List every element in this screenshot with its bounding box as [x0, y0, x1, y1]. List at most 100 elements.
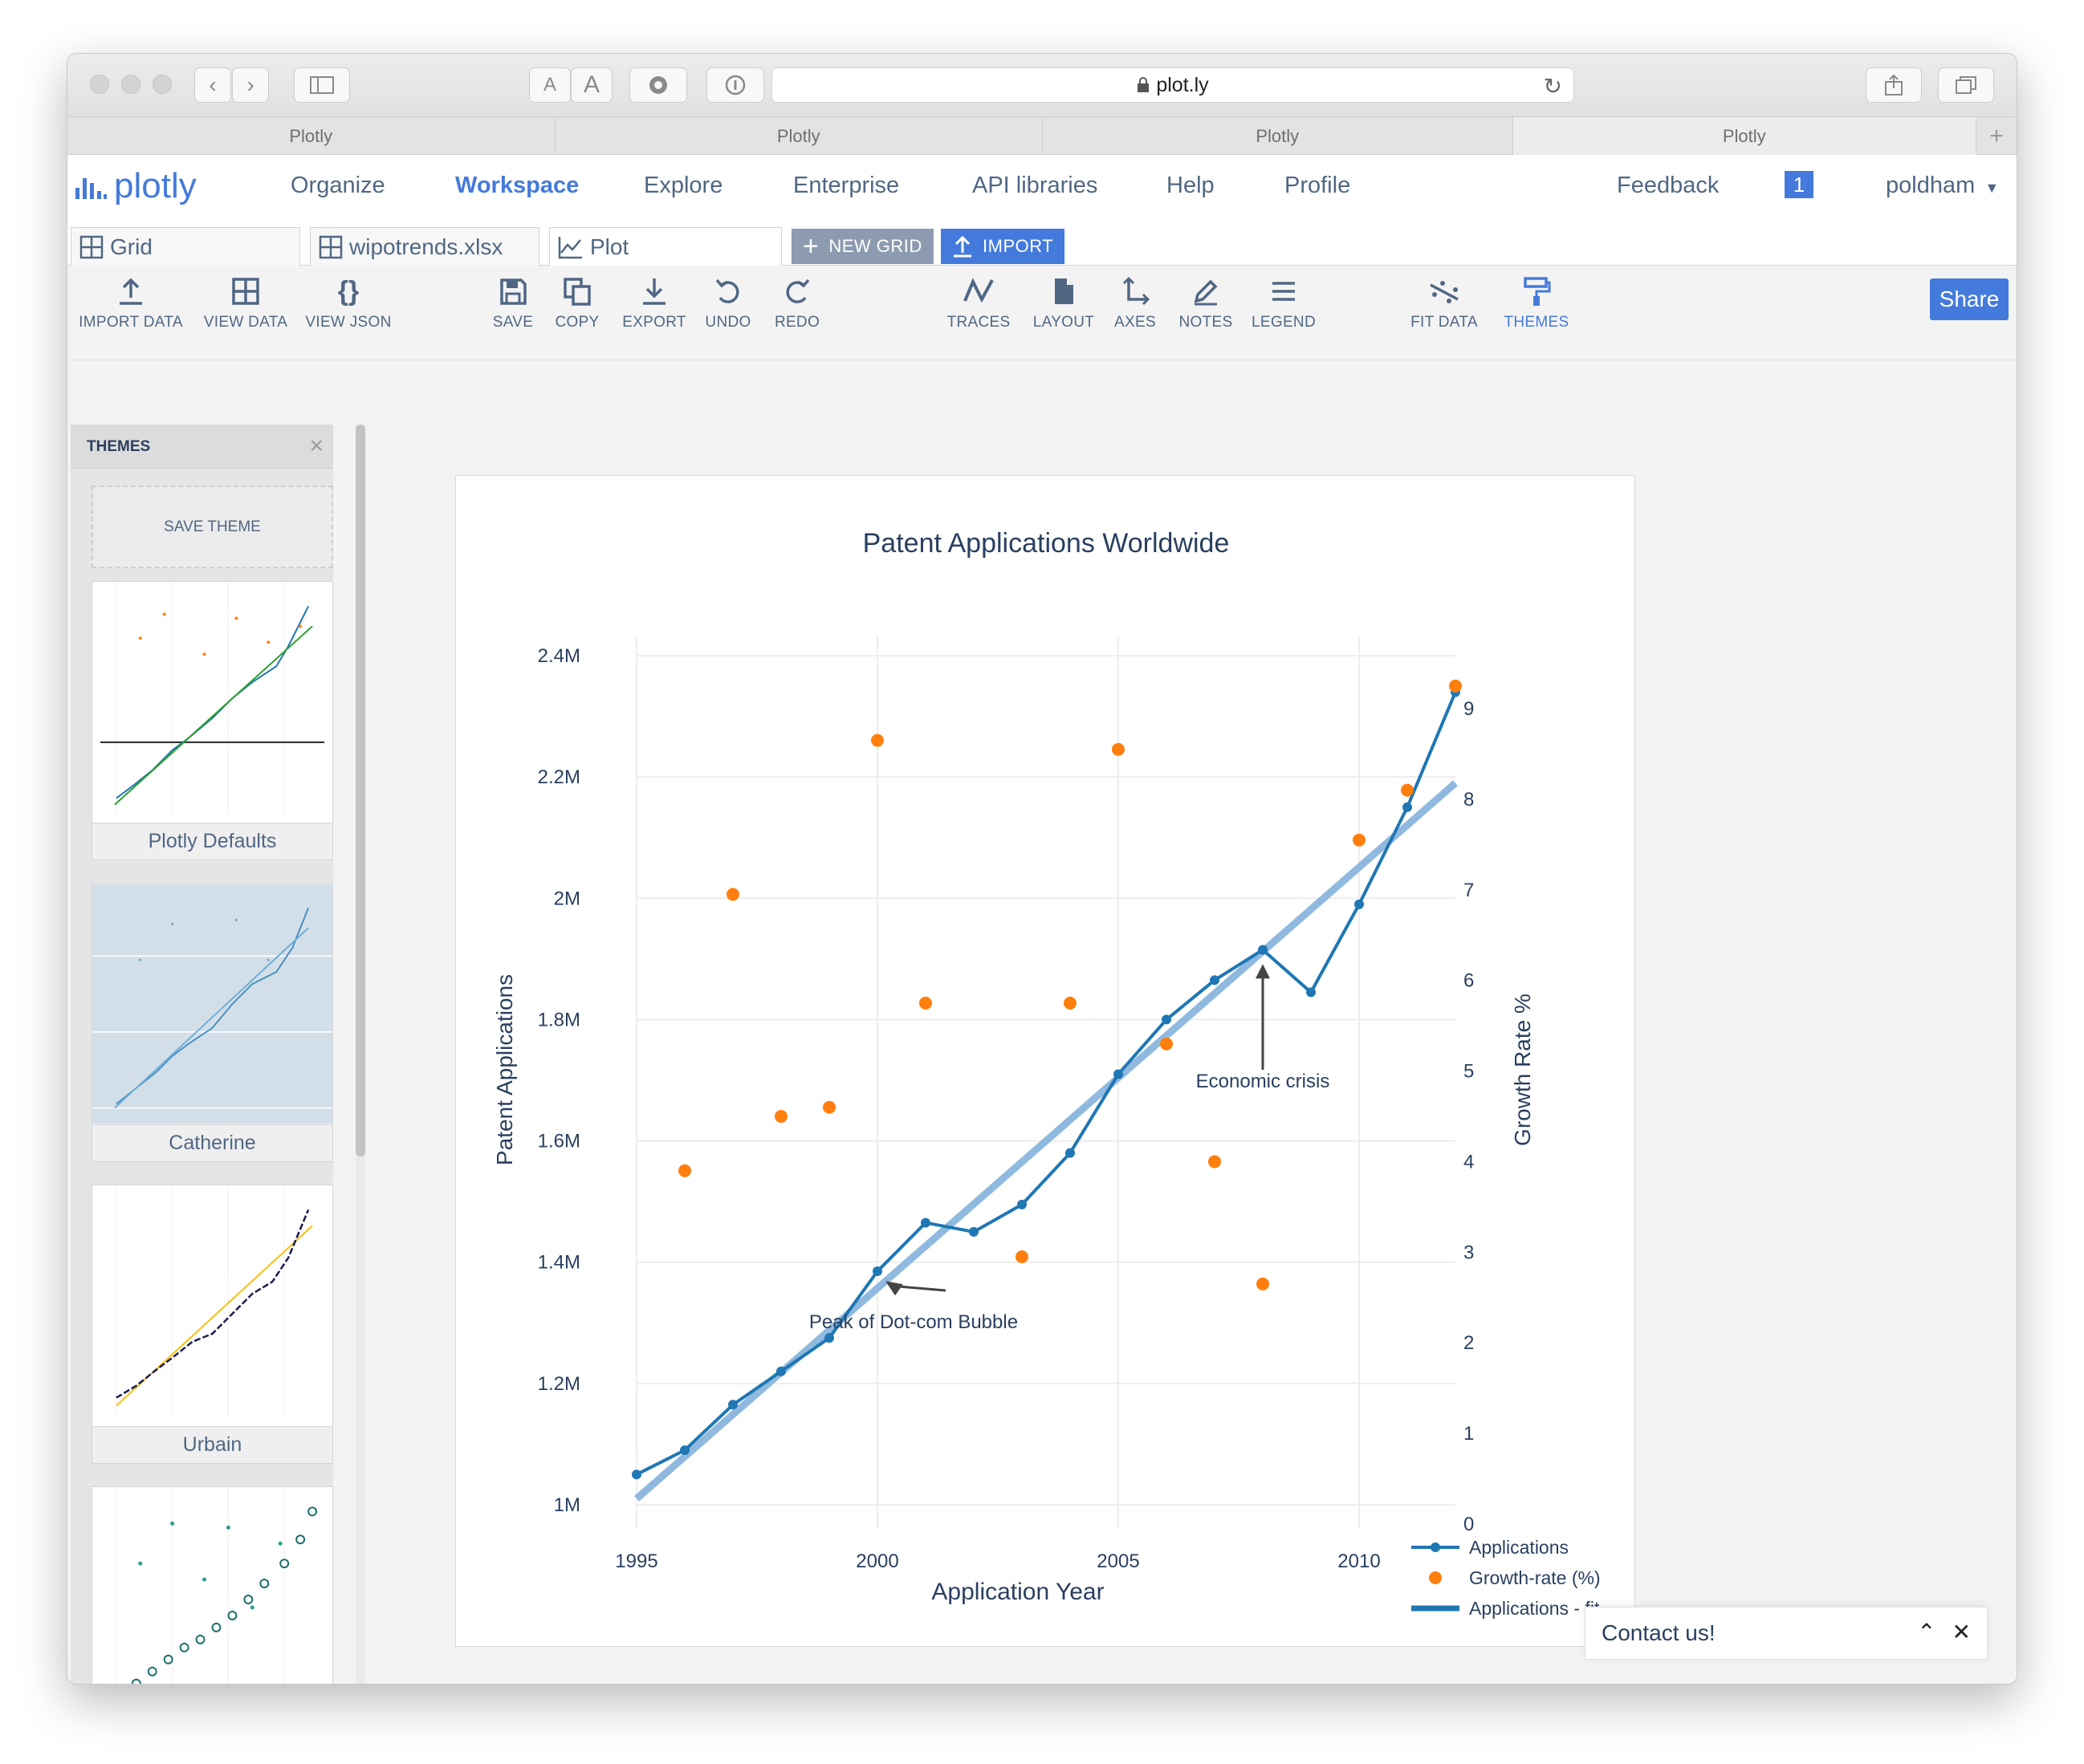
- x-tick-label: 1995: [615, 1551, 657, 1572]
- undo-icon: [715, 278, 739, 303]
- tab-plot[interactable]: Plot: [549, 227, 782, 266]
- address-bar[interactable]: plot.ly ↻: [771, 67, 1574, 103]
- layout-button[interactable]: LAYOUT: [1028, 275, 1100, 331]
- y2-tick-label: 0: [1463, 1514, 1474, 1535]
- save-button[interactable]: SAVE: [485, 275, 541, 331]
- browser-tab[interactable]: Plotly: [67, 117, 556, 155]
- annotation-dotcom: Peak of Dot-com Bubble: [809, 1311, 1018, 1333]
- y-tick-label: 1.8M: [538, 1009, 580, 1030]
- password-button[interactable]: [706, 67, 764, 103]
- theme-plotly-defaults[interactable]: Plotly Defaults: [92, 581, 333, 860]
- chevron-up-icon[interactable]: ⌃: [1917, 1619, 1935, 1645]
- new-grid-label: NEW GRID: [828, 236, 922, 256]
- new-grid-button[interactable]: + NEW GRID: [792, 229, 934, 264]
- top-navigation: plotly Organize Workspace Explore Enterp…: [67, 155, 2017, 219]
- tab-grid[interactable]: Grid: [71, 227, 300, 266]
- nav-help[interactable]: Help: [1166, 173, 1215, 199]
- export-label: EXPORT: [622, 314, 686, 331]
- reload-icon[interactable]: ↻: [1544, 73, 1562, 100]
- tab-wipotrends[interactable]: wipotrends.xlsx: [310, 227, 539, 266]
- nav-api-libraries[interactable]: API libraries: [972, 173, 1097, 199]
- tabs-overview-button[interactable]: [1938, 67, 1994, 103]
- user-menu[interactable]: poldham ▼: [1886, 173, 1999, 199]
- browser-tab-label: Plotly: [289, 125, 333, 146]
- theme-catherine[interactable]: Catherine: [92, 883, 333, 1162]
- themes-button[interactable]: THEMES: [1496, 275, 1577, 331]
- close-icon[interactable]: ✕: [1952, 1619, 1971, 1645]
- copy-button[interactable]: COPY: [549, 275, 605, 331]
- close-icon[interactable]: ×: [309, 433, 324, 460]
- share-button[interactable]: Share: [1930, 278, 2009, 320]
- view-data-button[interactable]: VIEW DATA: [204, 275, 287, 331]
- y2-tick-label: 8: [1463, 789, 1474, 811]
- nav-enterprise[interactable]: Enterprise: [793, 173, 899, 199]
- applications-point: [1402, 802, 1412, 812]
- themes-scrollbar[interactable]: [356, 425, 365, 1684]
- growth-rate-point: [1016, 1250, 1028, 1263]
- undo-button[interactable]: UNDO: [700, 275, 756, 331]
- paint-roller-icon: [1524, 277, 1551, 306]
- browser-tab[interactable]: Plotly: [1043, 117, 1513, 155]
- font-larger-button[interactable]: A: [571, 67, 613, 103]
- notification-count: 1: [1793, 172, 1805, 197]
- annotation-arrowhead: [1256, 964, 1270, 979]
- nav-explore[interactable]: Explore: [644, 173, 722, 199]
- legend-applications-marker: [1431, 1542, 1440, 1552]
- plotly-logo[interactable]: plotly: [74, 166, 197, 206]
- patent-applications-chart[interactable]: Patent Applications Worldwide 1995 2000 200…: [456, 476, 1636, 1648]
- new-tab-button[interactable]: +: [1976, 117, 2017, 155]
- contact-label: Contact us!: [1602, 1620, 1716, 1645]
- legend-button[interactable]: LEGEND: [1248, 275, 1320, 331]
- close-window-button[interactable]: [90, 75, 109, 94]
- notes-button[interactable]: NOTES: [1174, 275, 1238, 331]
- theme-urbain[interactable]: Urbain: [92, 1185, 333, 1464]
- applications-point: [1065, 1148, 1075, 1158]
- share-page-button[interactable]: [1866, 67, 1922, 103]
- y-tick-label: 1M: [554, 1494, 580, 1516]
- font-smaller-button[interactable]: A: [529, 67, 571, 103]
- y2-tick-label: 5: [1463, 1061, 1474, 1083]
- applications-point: [1306, 987, 1316, 998]
- nav-workspace[interactable]: Workspace: [455, 173, 579, 199]
- browser-tab[interactable]: Plotly: [556, 117, 1043, 155]
- traces-button[interactable]: TRACES: [942, 275, 1015, 331]
- growth-rate-point: [1401, 783, 1414, 797]
- save-theme-button[interactable]: SAVE THEME: [92, 486, 333, 568]
- y2-tick-label: 1: [1463, 1423, 1474, 1445]
- layout-label: LAYOUT: [1032, 314, 1095, 331]
- applications-point: [921, 1217, 930, 1228]
- forward-button[interactable]: ›: [232, 67, 269, 103]
- minimize-window-button[interactable]: [121, 75, 140, 94]
- redo-button[interactable]: REDO: [769, 275, 825, 331]
- legend-label: LEGEND: [1252, 314, 1316, 331]
- browser-tab-active[interactable]: Plotly: [1512, 117, 1977, 155]
- y2-tick-label: 4: [1463, 1151, 1474, 1173]
- caret-down-icon: ▼: [1984, 180, 2000, 196]
- nav-organize[interactable]: Organize: [291, 173, 385, 199]
- grid-icon: [79, 235, 104, 258]
- import-data-button[interactable]: IMPORT DATA: [79, 275, 183, 331]
- scrollbar-thumb[interactable]: [356, 425, 365, 1156]
- sidebar-toggle-button[interactable]: [294, 67, 350, 103]
- contact-widget[interactable]: Contact us! ⌃ ✕: [1585, 1607, 1988, 1660]
- applications-point: [1210, 975, 1219, 986]
- y2-tick-label: 7: [1463, 880, 1474, 901]
- notification-badge[interactable]: 1: [1785, 171, 1813, 198]
- nav-feedback[interactable]: Feedback: [1617, 173, 1719, 199]
- theme-preview-card[interactable]: [92, 1486, 333, 1684]
- export-button[interactable]: EXPORT: [618, 275, 690, 331]
- import-button[interactable]: IMPORT: [941, 229, 1065, 264]
- view-json-button[interactable]: {} VIEW JSON: [305, 275, 391, 331]
- zoom-window-button[interactable]: [153, 75, 172, 94]
- browser-tab-label: Plotly: [1256, 125, 1300, 146]
- fit-data-button[interactable]: FIT DATA: [1404, 275, 1484, 331]
- theme-preview: [92, 884, 332, 1124]
- download-icon: [643, 278, 665, 305]
- nav-profile[interactable]: Profile: [1284, 173, 1350, 199]
- axes-button[interactable]: AXES: [1103, 275, 1167, 331]
- extension-button[interactable]: [629, 67, 687, 103]
- back-button[interactable]: ‹: [194, 67, 231, 103]
- import-data-label: IMPORT DATA: [79, 314, 183, 331]
- contact-controls: ⌃ ✕: [1917, 1619, 1971, 1645]
- applications-line: [636, 691, 1457, 1477]
